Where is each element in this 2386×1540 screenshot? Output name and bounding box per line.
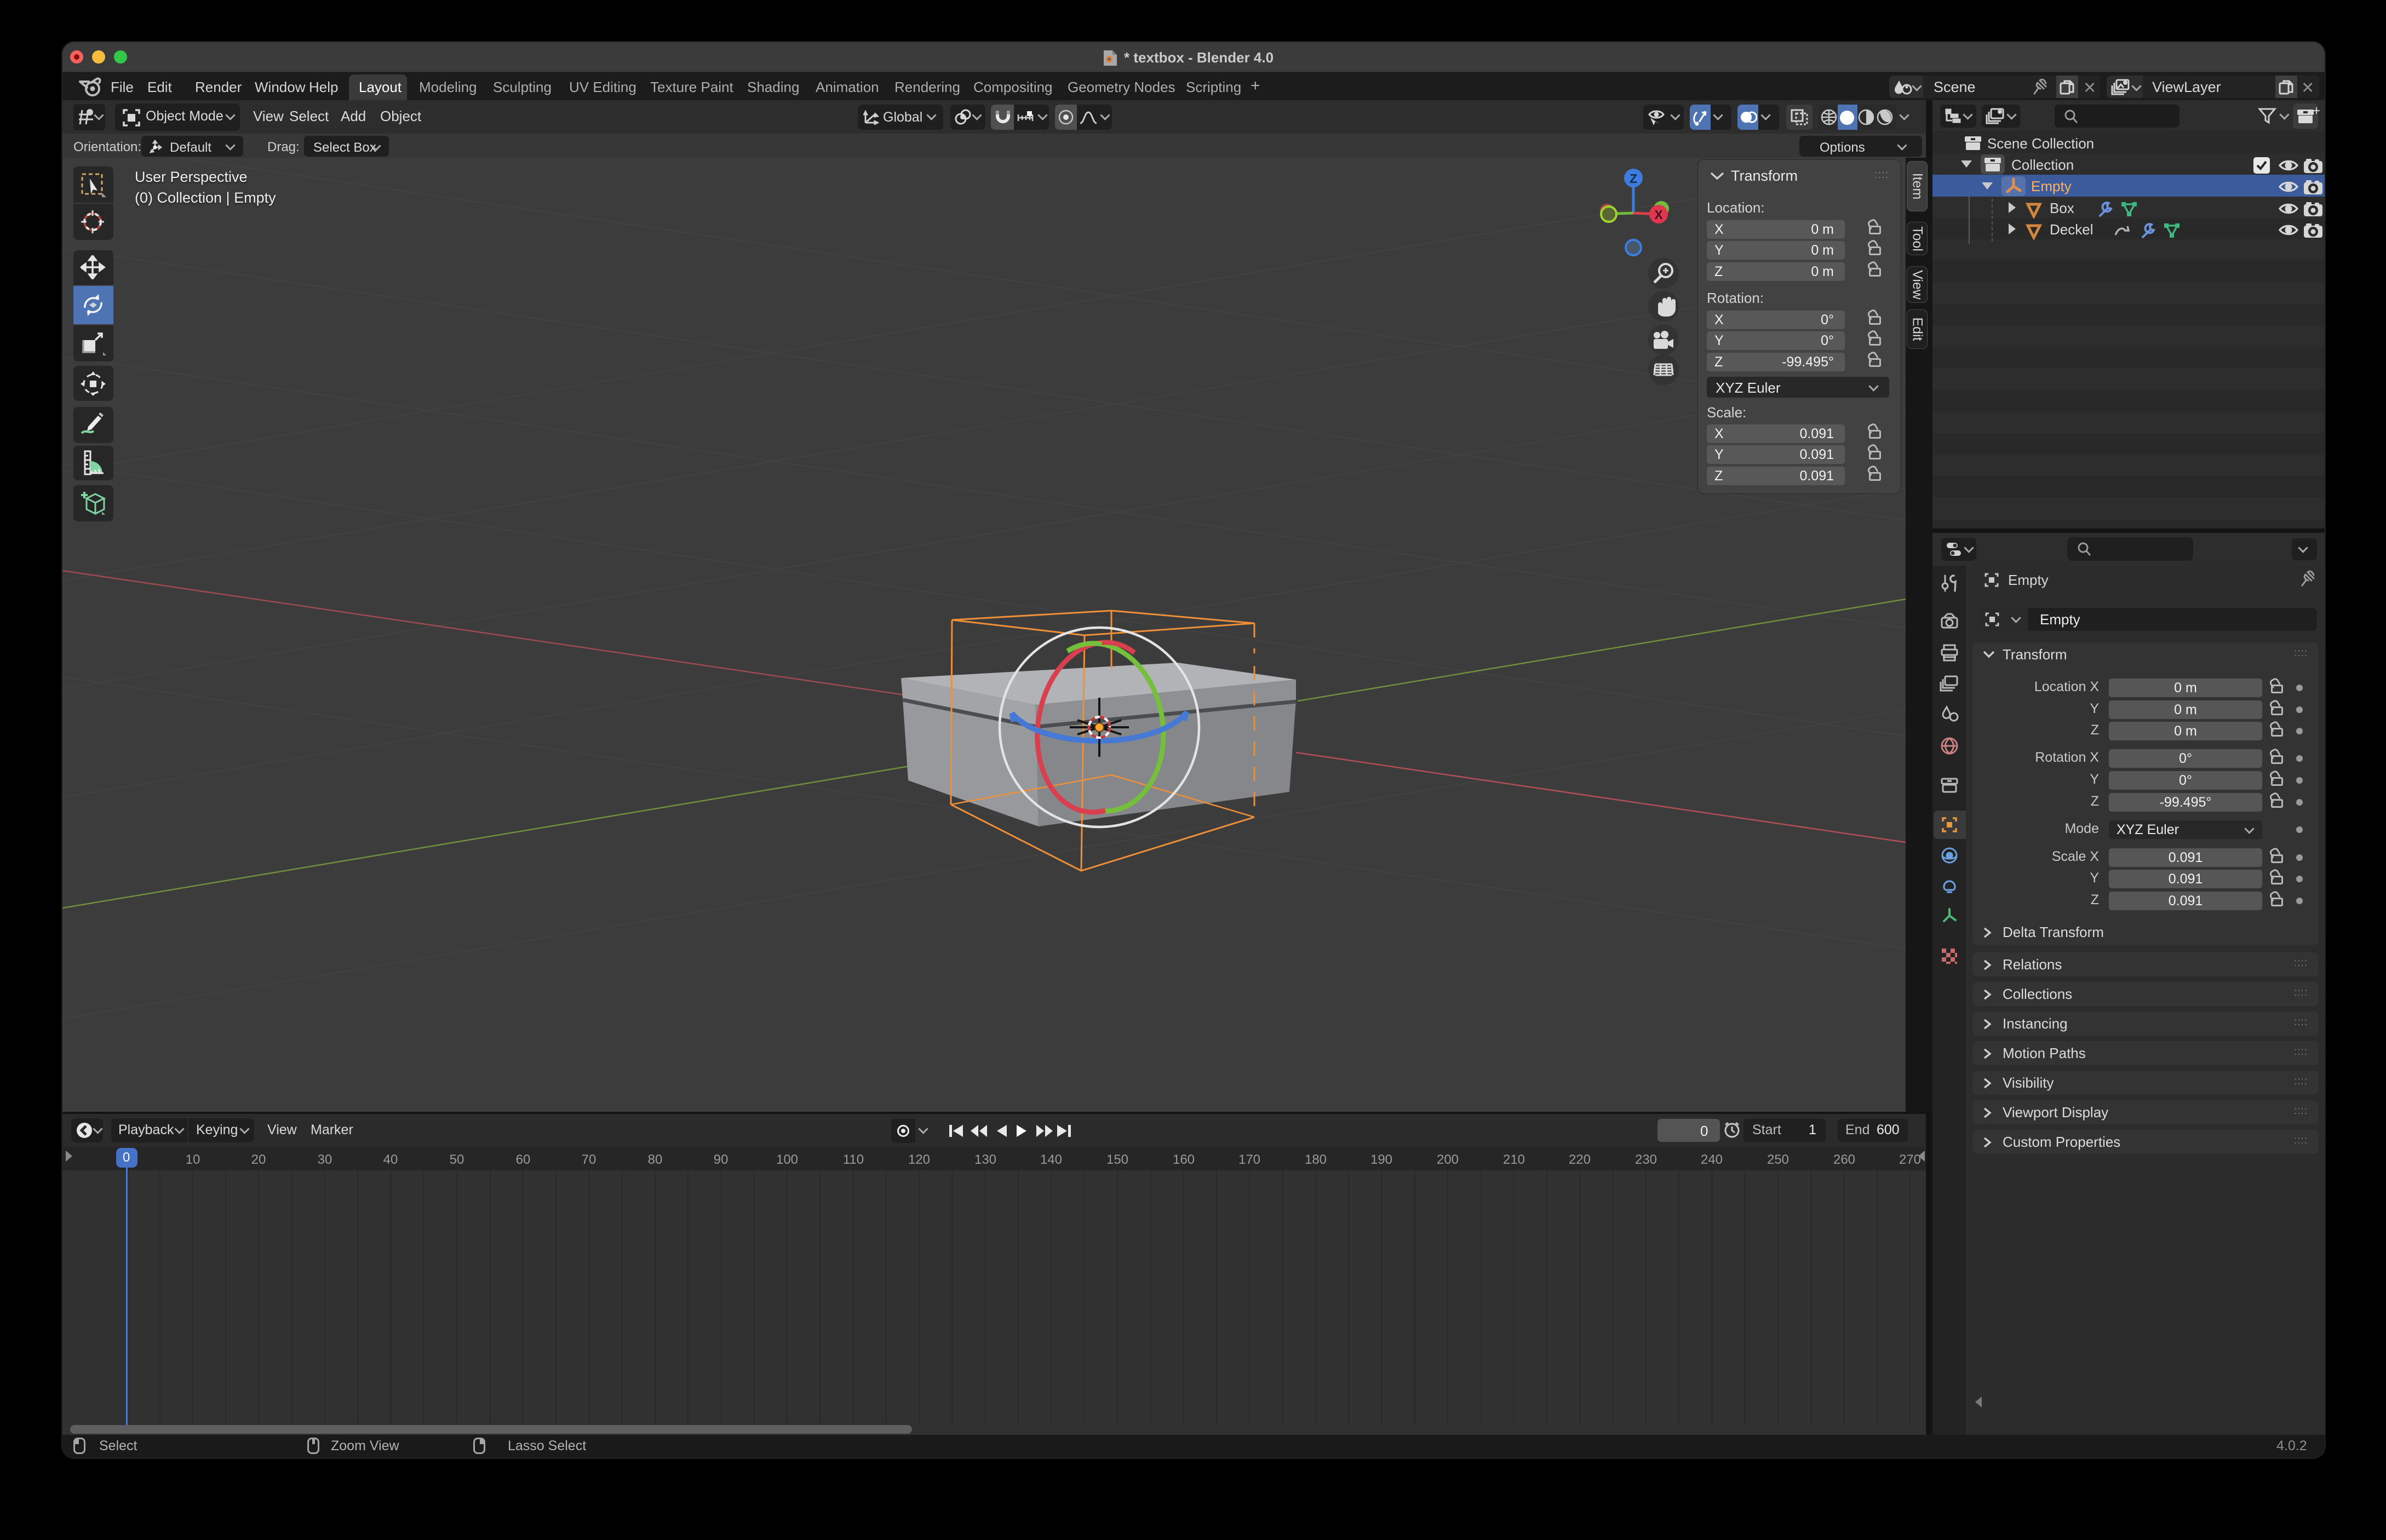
svg-text:230: 230	[1635, 1152, 1657, 1167]
svg-text:260: 260	[1833, 1152, 1855, 1167]
svg-text:60: 60	[516, 1152, 531, 1167]
svg-text:200: 200	[1437, 1152, 1459, 1167]
svg-text:140: 140	[1040, 1152, 1062, 1167]
svg-text:150: 150	[1106, 1152, 1128, 1167]
svg-text:30: 30	[318, 1152, 332, 1167]
svg-text:80: 80	[648, 1152, 663, 1167]
svg-text:160: 160	[1173, 1152, 1195, 1167]
svg-text:110: 110	[843, 1152, 864, 1167]
svg-text:20: 20	[251, 1152, 266, 1167]
svg-text:180: 180	[1305, 1152, 1327, 1167]
svg-text:210: 210	[1503, 1152, 1525, 1167]
svg-text:130: 130	[974, 1152, 996, 1167]
svg-text:X: X	[1654, 208, 1663, 222]
svg-text:100: 100	[776, 1152, 798, 1167]
svg-text:190: 190	[1370, 1152, 1392, 1167]
svg-text:120: 120	[908, 1152, 930, 1167]
svg-text:Z: Z	[1630, 171, 1637, 186]
svg-text:170: 170	[1238, 1152, 1260, 1167]
svg-text:70: 70	[582, 1152, 596, 1167]
svg-text:240: 240	[1701, 1152, 1723, 1167]
svg-text:50: 50	[450, 1152, 464, 1167]
svg-text:250: 250	[1767, 1152, 1789, 1167]
svg-text:220: 220	[1569, 1152, 1591, 1167]
svg-text:10: 10	[186, 1152, 200, 1167]
svg-text:90: 90	[714, 1152, 729, 1167]
svg-text:40: 40	[383, 1152, 398, 1167]
